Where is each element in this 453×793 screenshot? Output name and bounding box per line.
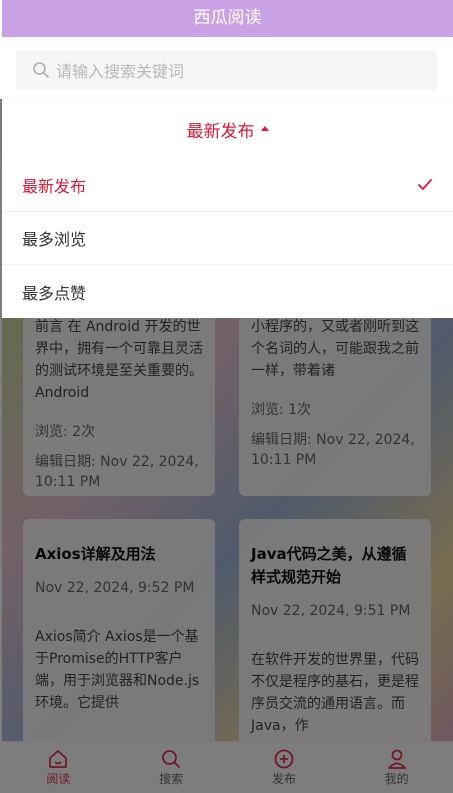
sort-option-label: 最新发布 (22, 177, 87, 196)
sort-option-most-liked[interactable]: 最多点赞 (2, 265, 453, 318)
sort-option-label: 最多浏览 (22, 230, 87, 249)
caret-up-icon (260, 125, 269, 131)
sort-dropdown-menu: 最新发布 最多浏览 最多点赞 (2, 159, 453, 318)
sort-option-label: 最多点赞 (22, 283, 87, 303)
search-placeholder: 请输入搜索关键词 (56, 62, 185, 81)
sort-option-newest[interactable]: 最新发布 (2, 159, 453, 212)
search-input[interactable]: 请输入搜索关键词 (16, 50, 437, 90)
search-bar: 请输入搜索关键词 (2, 37, 453, 99)
sort-dropdown-toggle[interactable]: 最新发布 (2, 99, 453, 159)
check-icon (418, 179, 432, 190)
app-header: 西瓜阅读 (2, 0, 453, 37)
app-title: 西瓜阅读 (193, 8, 262, 28)
sort-current-label: 最新发布 (186, 121, 255, 142)
search-icon (33, 62, 49, 78)
sort-option-most-viewed[interactable]: 最多浏览 (2, 212, 453, 265)
